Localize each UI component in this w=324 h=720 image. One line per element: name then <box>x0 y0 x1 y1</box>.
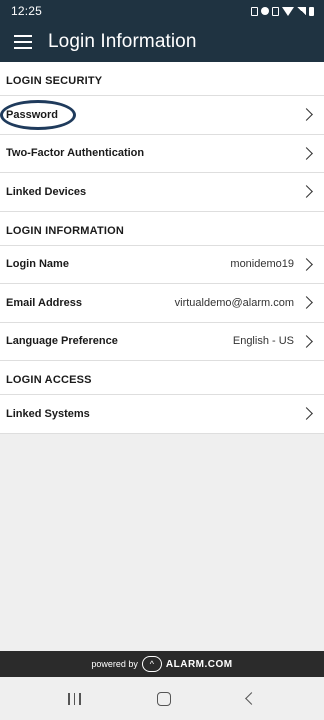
two-factor-label: Two-Factor Authentication <box>6 147 145 160</box>
notification-icon <box>251 6 258 16</box>
linked-devices-row[interactable]: Linked Devices <box>0 173 324 212</box>
settings-list: LOGIN SECURITY Password Two-Factor Authe… <box>0 62 324 434</box>
login-name-row[interactable]: Login Name monidemo19 <box>0 246 324 284</box>
alarm-icon <box>261 7 269 15</box>
status-time: 12:25 <box>11 4 43 18</box>
email-row[interactable]: Email Address virtualdemo@alarm.com <box>0 284 324 323</box>
chevron-right-icon <box>300 407 313 421</box>
page-title: Login Information <box>48 31 197 52</box>
chevron-right-icon <box>300 108 313 122</box>
chevron-right-icon <box>300 257 313 271</box>
section-header-login-security: LOGIN SECURITY <box>0 62 324 96</box>
chevron-right-icon <box>300 146 313 160</box>
home-icon[interactable] <box>156 691 171 706</box>
chevron-right-icon <box>300 334 313 348</box>
wifi-icon <box>282 6 294 16</box>
linked-devices-label: Linked Devices <box>6 185 87 198</box>
highlight-ring <box>0 100 76 130</box>
brand-name: ALARM.COM <box>165 658 233 670</box>
two-factor-row[interactable]: Two-Factor Authentication <box>0 135 324 173</box>
language-label: Language Preference <box>6 335 118 348</box>
system-nav-bar <box>0 677 324 720</box>
signal-icon <box>297 7 306 15</box>
menu-icon[interactable] <box>0 22 44 62</box>
status-icons <box>251 6 314 16</box>
login-name-label: Login Name <box>6 258 69 271</box>
language-value: English - US <box>232 335 294 348</box>
powered-by-text: powered by <box>91 659 138 669</box>
linked-systems-row[interactable]: Linked Systems <box>0 395 324 434</box>
alarm-logo-icon: ^ <box>141 656 162 672</box>
chevron-right-icon <box>300 296 313 310</box>
language-row[interactable]: Language Preference English - US <box>0 323 324 361</box>
chevron-right-icon <box>300 185 313 199</box>
email-label: Email Address <box>6 296 83 309</box>
footer-brand: powered by ^ ALARM.COM <box>0 651 324 677</box>
email-value: virtualdemo@alarm.com <box>174 296 294 309</box>
back-icon[interactable] <box>245 692 258 705</box>
linked-systems-label: Linked Systems <box>6 407 90 420</box>
mute-icon <box>272 6 279 16</box>
recents-icon[interactable] <box>68 692 81 705</box>
status-bar: 12:25 <box>0 0 324 22</box>
battery-icon <box>309 6 314 16</box>
section-header-login-access: LOGIN ACCESS <box>0 361 324 395</box>
section-header-login-information: LOGIN INFORMATION <box>0 212 324 246</box>
password-row[interactable]: Password <box>0 96 324 135</box>
login-name-value: monidemo19 <box>230 258 294 271</box>
app-bar: Login Information <box>0 22 324 62</box>
